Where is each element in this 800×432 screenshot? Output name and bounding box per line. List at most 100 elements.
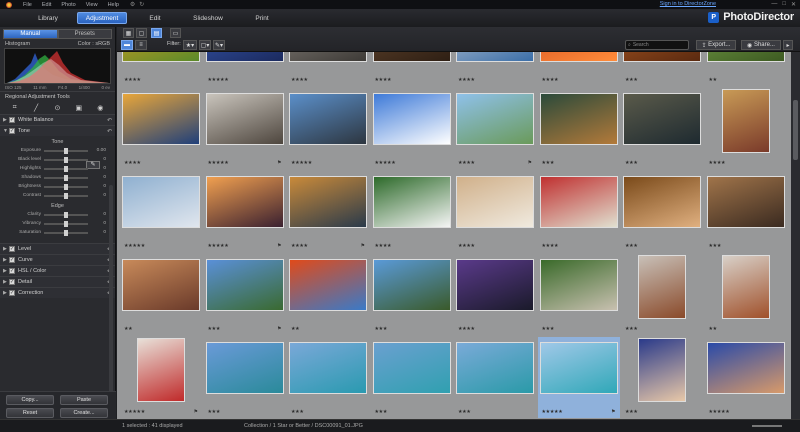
- photo-image[interactable]: [457, 52, 533, 61]
- star-rating[interactable]: ★★: [709, 77, 718, 83]
- photo-image[interactable]: [540, 260, 617, 310]
- photo-thumbnail[interactable]: ★★★ ⚑: [204, 254, 286, 335]
- photo-image[interactable]: [457, 343, 533, 393]
- zoom-slider[interactable]: [752, 425, 782, 427]
- star-rating[interactable]: ★★★★: [542, 243, 559, 249]
- slider-track[interactable]: [44, 165, 88, 172]
- star-rating[interactable]: ★★★★: [542, 77, 559, 83]
- photo-thumbnail[interactable]: ★★★: [705, 171, 787, 252]
- star-rating[interactable]: ★★★: [625, 77, 638, 83]
- photo-image[interactable]: [123, 94, 199, 144]
- photo-image[interactable]: [639, 339, 685, 401]
- star-rating[interactable]: ★★★★★: [291, 160, 312, 166]
- photo-thumbnail[interactable]: ★★★★★ ⚑: [204, 88, 286, 169]
- photo-image[interactable]: [290, 52, 366, 61]
- slider-track[interactable]: [44, 220, 88, 227]
- view-grid-icon[interactable]: ▦: [123, 28, 134, 38]
- photo-thumbnail[interactable]: ★★★★: [705, 88, 787, 169]
- photo-image[interactable]: [624, 177, 700, 227]
- reset-icon[interactable]: ↶: [107, 117, 112, 124]
- photo-thumbnail[interactable]: ★★★★: [287, 52, 369, 86]
- section-checkbox[interactable]: ✓: [9, 279, 15, 285]
- star-rating[interactable]: ★★: [291, 326, 300, 332]
- view-browser-icon[interactable]: ▤: [151, 28, 162, 38]
- photo-thumbnail[interactable]: ★★★: [538, 254, 620, 335]
- copy-button[interactable]: Copy...: [6, 395, 54, 405]
- flag-icon[interactable]: ⚑: [361, 243, 365, 249]
- slider-track[interactable]: [44, 192, 88, 199]
- star-rating[interactable]: ★★★★: [375, 77, 392, 83]
- photo-thumbnail[interactable]: ★★★★: [538, 52, 620, 86]
- star-rating[interactable]: ★★★: [625, 409, 638, 415]
- star-rating[interactable]: ★★★: [542, 160, 555, 166]
- star-rating[interactable]: ★★: [709, 326, 718, 332]
- tab-edit[interactable]: Edit: [138, 12, 172, 24]
- slider-knob[interactable]: [64, 174, 68, 181]
- star-rating[interactable]: ★★★: [625, 326, 638, 332]
- photo-thumbnail[interactable]: ★★★★: [454, 254, 536, 335]
- view-compare-icon[interactable]: ▭: [170, 28, 181, 38]
- sign-in-link[interactable]: Sign in to DirectorZone: [660, 1, 716, 7]
- star-rating[interactable]: ★★★★★: [124, 243, 145, 249]
- photo-thumbnail[interactable]: ★★★★: [120, 52, 202, 86]
- section-hsl-color[interactable]: ▶✓HSL / Color↶: [0, 265, 115, 276]
- create-preset-button[interactable]: Create...: [60, 408, 108, 418]
- section-detail[interactable]: ▶✓Detail↶: [0, 276, 115, 287]
- maximize-icon[interactable]: □: [782, 1, 786, 8]
- photo-thumbnail[interactable]: ★★★: [621, 337, 703, 418]
- slider-knob[interactable]: [64, 147, 68, 154]
- tab-presets[interactable]: Presets: [57, 29, 112, 39]
- photo-thumbnail[interactable]: ★★★: [204, 337, 286, 418]
- slider-knob[interactable]: [64, 220, 68, 227]
- export-button[interactable]: ⇪ Export...: [696, 40, 736, 50]
- photo-image[interactable]: [540, 177, 617, 227]
- photo-thumbnail[interactable]: ★★★: [538, 88, 620, 169]
- photo-image[interactable]: [206, 343, 283, 393]
- menu-help[interactable]: Help: [103, 2, 124, 8]
- grid-scrollbar[interactable]: [791, 52, 800, 419]
- slider-track[interactable]: [44, 174, 88, 181]
- star-rating[interactable]: ★★★: [375, 326, 388, 332]
- star-rating[interactable]: ★★★★: [458, 326, 475, 332]
- photo-image[interactable]: [722, 256, 769, 318]
- section-white-balance[interactable]: ▶ ✓ White Balance ↶: [0, 114, 115, 125]
- section-checkbox[interactable]: ✓: [9, 246, 15, 252]
- slider-track[interactable]: [44, 147, 88, 154]
- photo-thumbnail[interactable]: ★★★★ ⚑: [287, 171, 369, 252]
- star-rating[interactable]: ★★: [124, 326, 133, 332]
- star-rating[interactable]: ★★★: [458, 409, 471, 415]
- section-checkbox[interactable]: ✓: [9, 268, 15, 274]
- panel-scrollbar[interactable]: [109, 185, 113, 409]
- photo-thumbnail[interactable]: ★★★★★: [705, 337, 787, 418]
- photo-thumbnail[interactable]: ★★★★★: [204, 52, 286, 86]
- sync-icon[interactable]: ↻: [139, 1, 144, 8]
- spot-removal-icon[interactable]: ⊙: [52, 104, 62, 112]
- photo-image[interactable]: [457, 94, 533, 144]
- tab-print[interactable]: Print: [250, 12, 274, 24]
- star-rating[interactable]: ★★★★★: [208, 160, 229, 166]
- photo-image[interactable]: [707, 343, 784, 393]
- filter-flag-icon[interactable]: ▢▾: [199, 40, 211, 50]
- settings-icon[interactable]: ⚙: [130, 1, 135, 8]
- thumb-large-icon[interactable]: ▬: [121, 40, 133, 50]
- minimize-icon[interactable]: —: [771, 1, 777, 8]
- tone-checkbox[interactable]: ✓: [9, 128, 15, 134]
- photo-thumbnail[interactable]: ★★: [120, 254, 202, 335]
- photo-thumbnail[interactable]: ★★★★★: [120, 171, 202, 252]
- search-input[interactable]: Search: [633, 42, 649, 48]
- photo-thumbnail[interactable]: ★★★: [621, 88, 703, 169]
- star-rating[interactable]: ★★★★: [709, 160, 726, 166]
- section-level[interactable]: ▶✓Level↶: [0, 243, 115, 254]
- photo-thumbnail[interactable]: ★★★: [371, 337, 453, 418]
- photo-thumbnail[interactable]: ★★: [705, 254, 787, 335]
- photo-thumbnail[interactable]: ★★★: [621, 52, 703, 86]
- star-rating[interactable]: ★★★★: [124, 77, 141, 83]
- photo-image[interactable]: [206, 94, 283, 144]
- photo-image[interactable]: [290, 94, 366, 144]
- photo-thumbnail[interactable]: ★★★★: [454, 52, 536, 86]
- photo-image[interactable]: [290, 177, 366, 227]
- star-rating[interactable]: ★★★: [542, 326, 555, 332]
- flag-icon[interactable]: ⚑: [277, 160, 281, 166]
- filter-color-icon[interactable]: ✎▾: [213, 40, 225, 50]
- star-rating[interactable]: ★★★★: [124, 160, 141, 166]
